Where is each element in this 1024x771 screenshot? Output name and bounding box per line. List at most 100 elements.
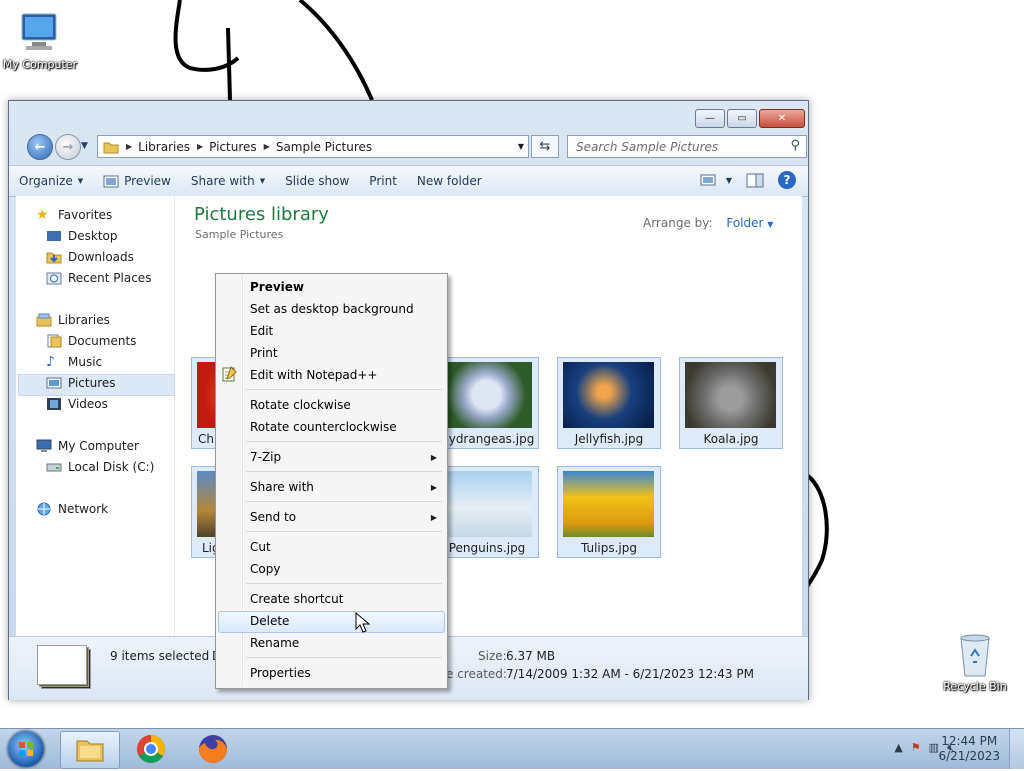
action-center-icon[interactable]: ⚑ xyxy=(911,741,921,755)
menu-item-cut[interactable]: Cut xyxy=(250,540,271,554)
thumbnail-caption: Penguins.jpg xyxy=(448,541,526,555)
menu-item-rotate-counterclockwise[interactable]: Rotate counterclockwise xyxy=(250,420,397,434)
back-button[interactable]: ← xyxy=(27,134,53,160)
recent-places-icon xyxy=(46,272,62,285)
breadcrumb-separator[interactable]: ▶ xyxy=(126,142,132,151)
menu-item-preview[interactable]: Preview xyxy=(250,280,304,294)
videos-icon xyxy=(47,398,61,410)
date-created-label: e created: xyxy=(446,667,507,681)
arrange-dropdown[interactable]: Folder ▼ xyxy=(726,216,773,230)
search-input[interactable]: Search Sample Pictures ⚲ xyxy=(567,135,807,158)
show-desktop-button[interactable] xyxy=(1009,729,1024,769)
menu-item-send-to[interactable]: Send to xyxy=(250,510,296,524)
thumbnail-caption: Tulips.jpg xyxy=(580,541,638,555)
view-icon xyxy=(700,174,716,186)
nav-music[interactable]: ♪ Music xyxy=(46,355,102,369)
command-bar: Organize ▼ Preview Share with ▼ Slide show… xyxy=(9,165,808,197)
new-folder-label: New folder xyxy=(416,174,482,188)
recycle-bin-icon xyxy=(951,630,999,678)
thumbnail-item[interactable]: Koala.jpg xyxy=(679,357,783,449)
network-icon xyxy=(37,502,51,516)
menu-item-copy[interactable]: Copy xyxy=(250,562,280,576)
nav-libraries[interactable]: Libraries xyxy=(36,313,110,327)
clock[interactable]: 12:44 PM 6/21/2023 xyxy=(938,734,1000,764)
menu-item-7zip[interactable]: 7-Zip xyxy=(250,450,281,464)
thumbnail-image xyxy=(685,362,776,428)
taskbar-firefox[interactable] xyxy=(184,731,242,767)
preview-label: Preview xyxy=(124,174,171,188)
slide-show-button[interactable]: Slide show xyxy=(275,174,359,188)
menu-item-rename[interactable]: Rename xyxy=(250,636,299,650)
menu-item-properties[interactable]: Properties xyxy=(250,666,311,680)
organize-button[interactable]: Organize ▼ xyxy=(9,174,93,188)
help-icon[interactable]: ? xyxy=(778,171,796,189)
thumbnail-image xyxy=(441,362,532,428)
breadcrumb-separator[interactable]: ▶ xyxy=(197,142,203,151)
minimize-icon: — xyxy=(705,113,715,124)
nav-recent-places[interactable]: Recent Places xyxy=(46,271,151,285)
refresh-button[interactable]: ⇆ xyxy=(531,135,559,158)
thumbnail-item[interactable]: Penguins.jpg xyxy=(435,466,539,558)
recent-pages-dropdown[interactable]: ▼ xyxy=(81,141,88,151)
breadcrumb-pictures[interactable]: Pictures xyxy=(209,140,257,154)
windows-logo-icon xyxy=(19,742,33,756)
menu-separator xyxy=(246,657,442,658)
close-button[interactable]: ✕ xyxy=(759,109,805,128)
nav-local-disk[interactable]: Local Disk (C:) xyxy=(46,460,154,474)
back-arrow-icon: ← xyxy=(34,139,46,155)
refresh-icon: ⇆ xyxy=(539,139,551,154)
nav-documents[interactable]: Documents xyxy=(46,334,136,348)
size-label: Size: xyxy=(478,649,507,663)
nav-desktop[interactable]: Desktop xyxy=(46,229,118,243)
desktop-icon-recycle-bin[interactable]: Recycle Bin xyxy=(935,630,1015,693)
new-folder-button[interactable]: New folder xyxy=(407,174,492,188)
submenu-arrow-icon: ▶ xyxy=(430,483,437,492)
search-icon[interactable]: ⚲ xyxy=(790,138,800,153)
desktop-icon-label: My Computer xyxy=(2,58,78,71)
change-view-button[interactable]: ▼ xyxy=(700,174,732,186)
desktop-icon-my-computer[interactable]: My Computer xyxy=(0,8,80,71)
nav-videos[interactable]: Videos xyxy=(46,397,108,411)
nav-network[interactable]: Network xyxy=(36,502,108,516)
nav-label: Network xyxy=(58,502,109,516)
chevron-down-icon: ▼ xyxy=(77,177,84,185)
preview-button[interactable]: Preview xyxy=(93,174,181,188)
show-hidden-icons-icon[interactable]: ▲ xyxy=(894,741,902,755)
forward-button[interactable]: → xyxy=(55,134,81,160)
menu-item-set-desktop-background[interactable]: Set as desktop background xyxy=(250,302,414,316)
thumbnail-item[interactable]: Tulips.jpg xyxy=(557,466,661,558)
nav-my-computer[interactable]: My Computer xyxy=(36,439,139,453)
menu-item-rotate-clockwise[interactable]: Rotate clockwise xyxy=(250,398,351,412)
minimize-button[interactable]: — xyxy=(695,109,725,128)
nav-pictures[interactable]: Pictures xyxy=(46,376,116,390)
menu-item-delete[interactable]: Delete xyxy=(250,614,289,628)
submenu-arrow-icon: ▶ xyxy=(430,453,437,462)
maximize-button[interactable]: ▭ xyxy=(727,109,757,128)
breadcrumb-sample-pictures[interactable]: Sample Pictures xyxy=(276,140,372,154)
menu-item-edit[interactable]: Edit xyxy=(250,324,273,338)
menu-item-edit-with-notepad[interactable]: Edit with Notepad++ xyxy=(250,368,377,382)
breadcrumb-libraries[interactable]: Libraries xyxy=(138,140,190,154)
taskbar-google-chrome[interactable] xyxy=(122,731,180,767)
thumbnail-item[interactable]: Jellyfish.jpg xyxy=(557,357,661,449)
start-button[interactable] xyxy=(8,731,44,767)
menu-item-share-with[interactable]: Share with xyxy=(250,480,314,494)
nav-downloads[interactable]: Downloads xyxy=(46,250,134,264)
star-icon: ★ xyxy=(36,207,49,223)
print-button[interactable]: Print xyxy=(359,174,407,188)
nav-label: My Computer xyxy=(58,439,139,453)
thumbnail-item[interactable]: Hydrangeas.jpg xyxy=(435,357,539,449)
address-dropdown-icon[interactable]: ▼ xyxy=(518,142,524,151)
menu-item-create-shortcut[interactable]: Create shortcut xyxy=(250,592,343,606)
maximize-icon: ▭ xyxy=(737,113,747,124)
preview-pane-icon[interactable] xyxy=(746,173,764,188)
nav-favorites[interactable]: ★ Favorites xyxy=(36,208,112,222)
menu-item-print[interactable]: Print xyxy=(250,346,278,360)
taskbar-windows-explorer[interactable] xyxy=(60,731,120,769)
forward-arrow-icon: → xyxy=(62,139,74,155)
share-with-button[interactable]: Share with ▼ xyxy=(181,174,275,188)
menu-separator xyxy=(246,471,442,472)
address-bar[interactable]: ▶ Libraries ▶ Pictures ▶ Sample Pictures… xyxy=(97,135,529,158)
breadcrumb-separator[interactable]: ▶ xyxy=(264,142,270,151)
my-computer-icon xyxy=(16,8,64,56)
